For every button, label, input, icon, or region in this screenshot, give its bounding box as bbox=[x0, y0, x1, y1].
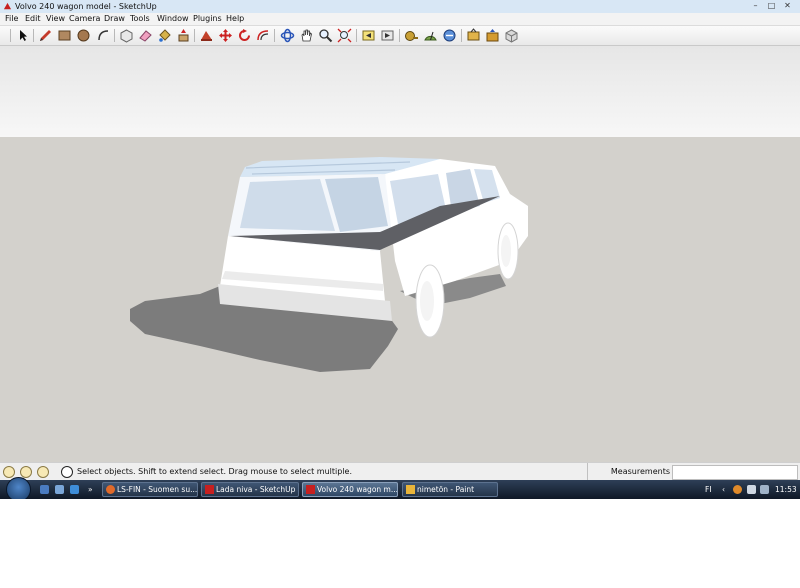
zoom-extents-icon[interactable] bbox=[337, 28, 352, 43]
toolbar-separator bbox=[33, 29, 34, 42]
firefox-icon bbox=[106, 485, 115, 494]
menu-help[interactable]: Help bbox=[226, 13, 244, 25]
toolbar-separator bbox=[194, 29, 195, 42]
orbit-icon[interactable] bbox=[280, 28, 295, 43]
clock: 11:53 bbox=[775, 485, 797, 494]
close-button[interactable]: ✕ bbox=[782, 1, 793, 11]
toolbar-separator bbox=[399, 29, 400, 42]
paint-icon bbox=[406, 485, 415, 494]
sketchup-logo-icon bbox=[3, 2, 12, 10]
switch-windows-icon[interactable] bbox=[55, 485, 64, 494]
rectangle-icon[interactable] bbox=[57, 28, 72, 43]
push-pull-icon[interactable] bbox=[176, 28, 191, 43]
maximize-button[interactable]: □ bbox=[766, 1, 777, 11]
language-indicator[interactable]: FI bbox=[705, 480, 712, 499]
blank-area bbox=[0, 499, 800, 588]
network-icon[interactable] bbox=[747, 485, 756, 494]
select-icon[interactable] bbox=[16, 28, 31, 43]
get-models-icon[interactable] bbox=[466, 28, 481, 43]
status-message: Select objects. Shift to extend select. … bbox=[77, 467, 353, 476]
user-icon[interactable] bbox=[37, 466, 49, 478]
eraser-icon[interactable] bbox=[138, 28, 153, 43]
sketchup-icon bbox=[205, 485, 214, 494]
measurements-input[interactable] bbox=[672, 465, 798, 480]
minimize-button[interactable]: – bbox=[750, 1, 761, 11]
rear-window-glass bbox=[240, 179, 335, 231]
internet-explorer-icon[interactable] bbox=[70, 485, 79, 494]
rear-wheel-hub bbox=[420, 281, 434, 321]
menu-file[interactable]: File bbox=[5, 13, 18, 25]
taskbar: » LS-FIN - Suomen su... Lada niva - Sket… bbox=[0, 477, 800, 502]
menu-edit[interactable]: Edit bbox=[25, 13, 41, 25]
task-lada-niva[interactable]: Lada niva - SketchUp bbox=[201, 482, 299, 497]
pencil-icon[interactable] bbox=[38, 28, 53, 43]
task-label: Lada niva - SketchUp bbox=[216, 485, 296, 494]
make-component-icon[interactable] bbox=[119, 28, 134, 43]
credits-icon[interactable] bbox=[20, 466, 32, 478]
menu-plugins[interactable]: Plugins bbox=[193, 13, 222, 25]
toolbar bbox=[0, 26, 800, 46]
move-icon[interactable] bbox=[218, 28, 233, 43]
circle-icon[interactable] bbox=[76, 28, 91, 43]
menu-window[interactable]: Window bbox=[157, 13, 189, 25]
pan-icon[interactable] bbox=[299, 28, 314, 43]
volvo-wagon-model[interactable] bbox=[0, 46, 800, 462]
tape-measure-icon[interactable] bbox=[404, 28, 419, 43]
menu-camera[interactable]: Camera bbox=[69, 13, 100, 25]
front-wheel-hub bbox=[501, 235, 511, 267]
quicklaunch-more[interactable]: » bbox=[88, 480, 93, 499]
previous-view-icon[interactable] bbox=[361, 28, 376, 43]
menu-bar: File Edit View Camera Draw Tools Window … bbox=[0, 13, 800, 26]
task-label: LS-FIN - Suomen su... bbox=[117, 485, 198, 494]
sketchup-icon bbox=[306, 485, 315, 494]
show-desktop-icon[interactable] bbox=[40, 485, 49, 494]
component-icon[interactable] bbox=[504, 28, 519, 43]
status-bar: Select objects. Shift to extend select. … bbox=[0, 462, 800, 481]
toolbar-separator bbox=[356, 29, 357, 42]
dimension-icon[interactable] bbox=[442, 28, 457, 43]
task-label: Volvo 240 wagon m... bbox=[317, 485, 398, 494]
share-model-icon[interactable] bbox=[485, 28, 500, 43]
menu-draw[interactable]: Draw bbox=[104, 13, 125, 25]
protractor-icon[interactable] bbox=[423, 28, 438, 43]
title-bar: Volvo 240 wagon model - SketchUp – □ ✕ bbox=[0, 0, 800, 14]
model-viewport[interactable] bbox=[0, 46, 800, 462]
menu-tools[interactable]: Tools bbox=[130, 13, 150, 25]
task-paint[interactable]: nimetön - Paint bbox=[402, 482, 498, 497]
toolbar-separator bbox=[274, 29, 275, 42]
arc-icon[interactable] bbox=[96, 28, 111, 43]
task-label: nimetön - Paint bbox=[417, 485, 475, 494]
menu-view[interactable]: View bbox=[46, 13, 65, 25]
measurements-label: Measurements bbox=[587, 463, 670, 481]
paint-bucket-icon[interactable] bbox=[157, 28, 172, 43]
volume-icon[interactable] bbox=[760, 485, 769, 494]
toolbar-separator bbox=[114, 29, 115, 42]
window-title: Volvo 240 wagon model - SketchUp bbox=[15, 2, 157, 11]
help-icon[interactable] bbox=[61, 466, 73, 478]
toolbar-separator bbox=[461, 29, 462, 42]
task-ls-fin[interactable]: LS-FIN - Suomen su... bbox=[102, 482, 198, 497]
next-view-icon[interactable] bbox=[380, 28, 395, 43]
offset-icon[interactable] bbox=[256, 28, 271, 43]
toolbar-separator bbox=[10, 29, 11, 42]
tray-expand-arrow[interactable]: ‹ bbox=[722, 480, 725, 499]
rotate-icon[interactable] bbox=[237, 28, 252, 43]
zoom-icon[interactable] bbox=[318, 28, 333, 43]
geo-location-icon[interactable] bbox=[3, 466, 15, 478]
follow-me-icon[interactable] bbox=[199, 28, 214, 43]
tray-icon[interactable] bbox=[733, 485, 742, 494]
task-volvo-240[interactable]: Volvo 240 wagon m... bbox=[302, 482, 398, 497]
